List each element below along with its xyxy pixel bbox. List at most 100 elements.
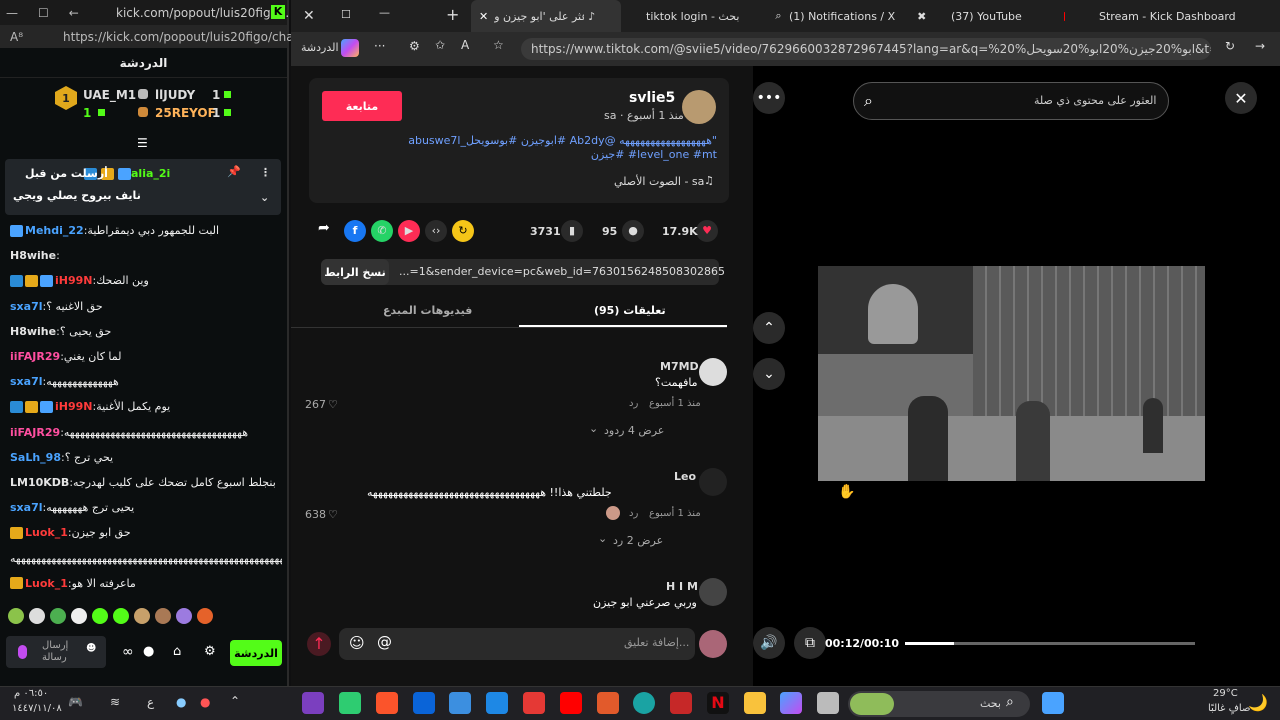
mention-icon[interactable]: @	[377, 633, 392, 651]
brave-icon[interactable]	[376, 692, 398, 714]
chat-username[interactable]: sxa7l	[10, 375, 43, 388]
video-frame[interactable]	[818, 266, 1205, 481]
extension-icon[interactable]: ⚙	[409, 39, 420, 53]
tab-tiktok-video[interactable]: ✕ اعثر على 'ابو جيزن و ♪	[471, 0, 621, 32]
chat-username[interactable]: sxa7l	[10, 300, 43, 313]
heart-icon[interactable]: ♡	[328, 508, 338, 521]
volume-icon[interactable]: 🔊	[753, 627, 785, 659]
emote-icon[interactable]	[50, 608, 66, 624]
more-options-icon[interactable]: •••	[753, 82, 785, 114]
collapse-icon[interactable]: ☰	[137, 136, 148, 150]
view-replies[interactable]: عرض 4 ردود	[604, 424, 664, 437]
netflix-icon[interactable]: N	[707, 692, 729, 714]
chat-username[interactable]: iiFAJR29	[10, 426, 60, 439]
chat-username[interactable]: iH99N	[55, 274, 93, 287]
whatsapp-icon[interactable]: ✆	[371, 220, 393, 242]
commenter-name[interactable]: H I M	[666, 580, 698, 593]
maximize-icon[interactable]: ☐	[38, 6, 49, 20]
pip-icon[interactable]: ⧉	[794, 627, 826, 659]
app-icon[interactable]	[523, 692, 545, 714]
tab-kick-dashboard[interactable]: Stream - Kick Dashboard	[1091, 0, 1251, 32]
gamepad-icon[interactable]: 🎮	[68, 695, 83, 709]
mic-icon[interactable]	[18, 645, 27, 659]
url-bar[interactable]: https://www.tiktok.com/@sviie5/video/762…	[521, 38, 1211, 60]
link-icon[interactable]: ∞	[122, 644, 134, 660]
pin-icon[interactable]: 📌	[227, 165, 241, 178]
close-icon[interactable]: ✕	[1225, 82, 1257, 114]
tab-creator-videos[interactable]: فيديوهات المبدع	[383, 304, 472, 317]
more-icon[interactable]: ···	[374, 39, 385, 53]
edge-icon[interactable]	[633, 692, 655, 714]
emote-icon[interactable]	[134, 608, 150, 624]
chevron-down-icon[interactable]: ⌄	[260, 191, 269, 204]
emote-icon[interactable]	[8, 608, 24, 624]
tab-youtube[interactable]: (37) YouTube	[943, 0, 1073, 32]
emote-icon[interactable]	[155, 608, 171, 624]
close-icon[interactable]: ✕	[479, 10, 488, 23]
emoji-icon[interactable]: ☻	[86, 643, 96, 654]
emote-icon[interactable]	[113, 608, 129, 624]
maximize-icon[interactable]: ☐	[341, 8, 351, 21]
post-button[interactable]: ↑	[307, 632, 331, 656]
follow-button[interactable]: متابعة	[322, 91, 402, 121]
settings-icon[interactable]: ⚙	[204, 644, 216, 659]
new-tab-icon[interactable]: +	[446, 5, 459, 24]
chat-send-button[interactable]: الدردشة	[230, 640, 282, 666]
chat-username[interactable]: H8wihe	[10, 325, 56, 338]
mic-icon[interactable]: ●	[176, 695, 186, 709]
star-icon[interactable]: ☆	[493, 38, 504, 52]
copilot-icon[interactable]	[341, 39, 359, 57]
my-avatar[interactable]	[699, 630, 727, 658]
wifi-icon[interactable]: ≋	[110, 695, 120, 709]
app-icon[interactable]	[486, 692, 508, 714]
commenter-name[interactable]: M7MD	[660, 360, 699, 373]
emote-icon[interactable]	[29, 608, 45, 624]
users-icon[interactable]: ●	[143, 644, 154, 659]
view-replies[interactable]: عرض 2 رد	[613, 534, 663, 547]
commenter-name[interactable]: Leo	[674, 470, 696, 483]
app-icon[interactable]	[670, 692, 692, 714]
chat-username[interactable]: iH99N	[55, 400, 93, 413]
language-indicator[interactable]: ع	[147, 695, 154, 709]
comment-icon[interactable]: ●	[622, 220, 644, 242]
tab-tiktok-login[interactable]: tiktok login - بحث ⌕	[626, 0, 782, 32]
outlook-icon[interactable]	[413, 692, 435, 714]
chat-username[interactable]: Luok_1	[25, 577, 68, 590]
favorites-icon[interactable]: ✩	[435, 38, 445, 52]
youtube-icon[interactable]	[560, 692, 582, 714]
chat-username[interactable]: sxa7l	[10, 501, 43, 514]
chat-username[interactable]: Luok_1	[25, 526, 68, 539]
read-aloud-icon[interactable]: A	[461, 38, 469, 52]
commenter-avatar[interactable]	[699, 358, 727, 386]
security-icon[interactable]: ●	[200, 695, 210, 709]
chat-username[interactable]: LM10KDB	[10, 476, 69, 489]
like-icon[interactable]: ♥	[696, 220, 718, 242]
telegram-icon[interactable]: ▶	[398, 220, 420, 242]
copy-link-button[interactable]: نسخ الرابط	[321, 259, 389, 285]
more-icon[interactable]: ⋮	[260, 166, 271, 179]
reply-button[interactable]: رد	[629, 398, 638, 409]
message-input[interactable]: إرسال رسالة ☻	[6, 636, 106, 668]
taskbar-search[interactable]: بحث ⌕	[848, 691, 1030, 717]
store-icon[interactable]: ⌂	[173, 644, 181, 659]
app-icon[interactable]	[597, 692, 619, 714]
comment-input[interactable]: ☺ @ إضافة تعليق...	[339, 628, 695, 660]
commenter-avatar[interactable]	[699, 468, 727, 496]
chevron-up-icon[interactable]: ⌃	[753, 312, 785, 344]
repost-icon[interactable]: ↻	[452, 220, 474, 242]
refresh-icon[interactable]: ↻	[1225, 39, 1235, 53]
tab-x[interactable]: (1) Notifications / X ✖	[781, 0, 926, 32]
related-search[interactable]: ⌕ العثور على محتوى ذي صلة	[853, 82, 1169, 120]
chat-username[interactable]: H8wihe	[10, 249, 56, 262]
reply-button[interactable]: رد	[629, 508, 638, 519]
close-icon[interactable]: ✕	[303, 8, 315, 24]
emoji-icon[interactable]: ☺	[349, 634, 365, 652]
emote-icon[interactable]	[176, 608, 192, 624]
chat-username[interactable]: SaLh_98	[10, 451, 61, 464]
share-icon[interactable]: ➦	[318, 220, 330, 236]
chat-username[interactable]: Mehdi_22	[25, 224, 84, 237]
author-name[interactable]: svlie5	[629, 90, 675, 106]
app-icon[interactable]	[302, 692, 324, 714]
app-icon[interactable]	[449, 692, 471, 714]
chevron-down-icon[interactable]: ⌄	[753, 358, 785, 390]
